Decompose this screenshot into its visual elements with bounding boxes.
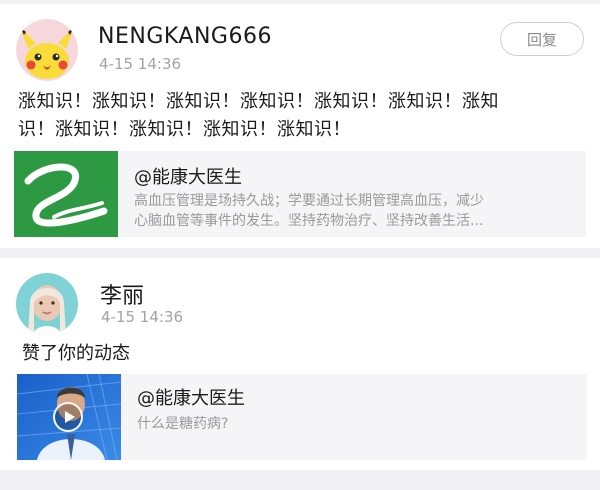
video-thumbnail-icon[interactable]: [17, 374, 121, 460]
pikachu-avatar-icon[interactable]: [16, 19, 78, 81]
shared-post-description: 什么是糖药病?: [137, 416, 229, 432]
username[interactable]: NENGKANG666: [98, 24, 272, 49]
username[interactable]: 李丽: [100, 278, 144, 310]
shared-post-description: 高血压管理是场持久战；学要通过长期管理高血压，减少 心脑血管等事件的发生。坚持药…: [134, 191, 564, 231]
user-photo-avatar-icon[interactable]: [16, 273, 78, 335]
timestamp: 4-15 14:36: [99, 55, 182, 73]
shared-post-card[interactable]: @能康大医生 高血压管理是场持久战；学要通过长期管理高血压，减少 心脑血管等事件…: [14, 151, 586, 237]
shared-post-title: @能康大医生: [134, 167, 242, 188]
description-line: 高血压管理是场持久战；学要通过长期管理高血压，减少: [134, 193, 484, 209]
reply-button[interactable]: 回复: [500, 22, 584, 56]
timestamp: 4-15 14:36: [101, 308, 184, 326]
comment-text: 涨知识！涨知识！涨知识！涨知识！涨知识！涨知识！涨知 识！涨知识！涨知识！涨知识…: [18, 88, 584, 144]
play-icon[interactable]: [53, 402, 83, 432]
feed-item[interactable]: NENGKANG666 4-15 14:36 回复 涨知识！涨知识！涨知识！涨知…: [0, 4, 600, 248]
description-line: 心脑血管等事件的发生。坚持药物治疗、坚持改善生活...: [134, 213, 484, 229]
nengkang-logo-icon: [14, 151, 118, 237]
feed-item[interactable]: 李丽 4-15 14:36 赞了你的动态 @能康大医生 什么是糖药病?: [0, 258, 600, 470]
comment-line: 涨知识！涨知识！涨知识！涨知识！涨知识！涨知识！涨知: [18, 91, 499, 112]
activity-text: 赞了你的动态: [22, 343, 130, 364]
comment-line: 识！涨知识！涨知识！涨知识！涨知识！: [18, 119, 351, 140]
shared-post-title: @能康大医生: [137, 388, 245, 409]
shared-post-card[interactable]: @能康大医生 什么是糖药病?: [17, 374, 587, 460]
